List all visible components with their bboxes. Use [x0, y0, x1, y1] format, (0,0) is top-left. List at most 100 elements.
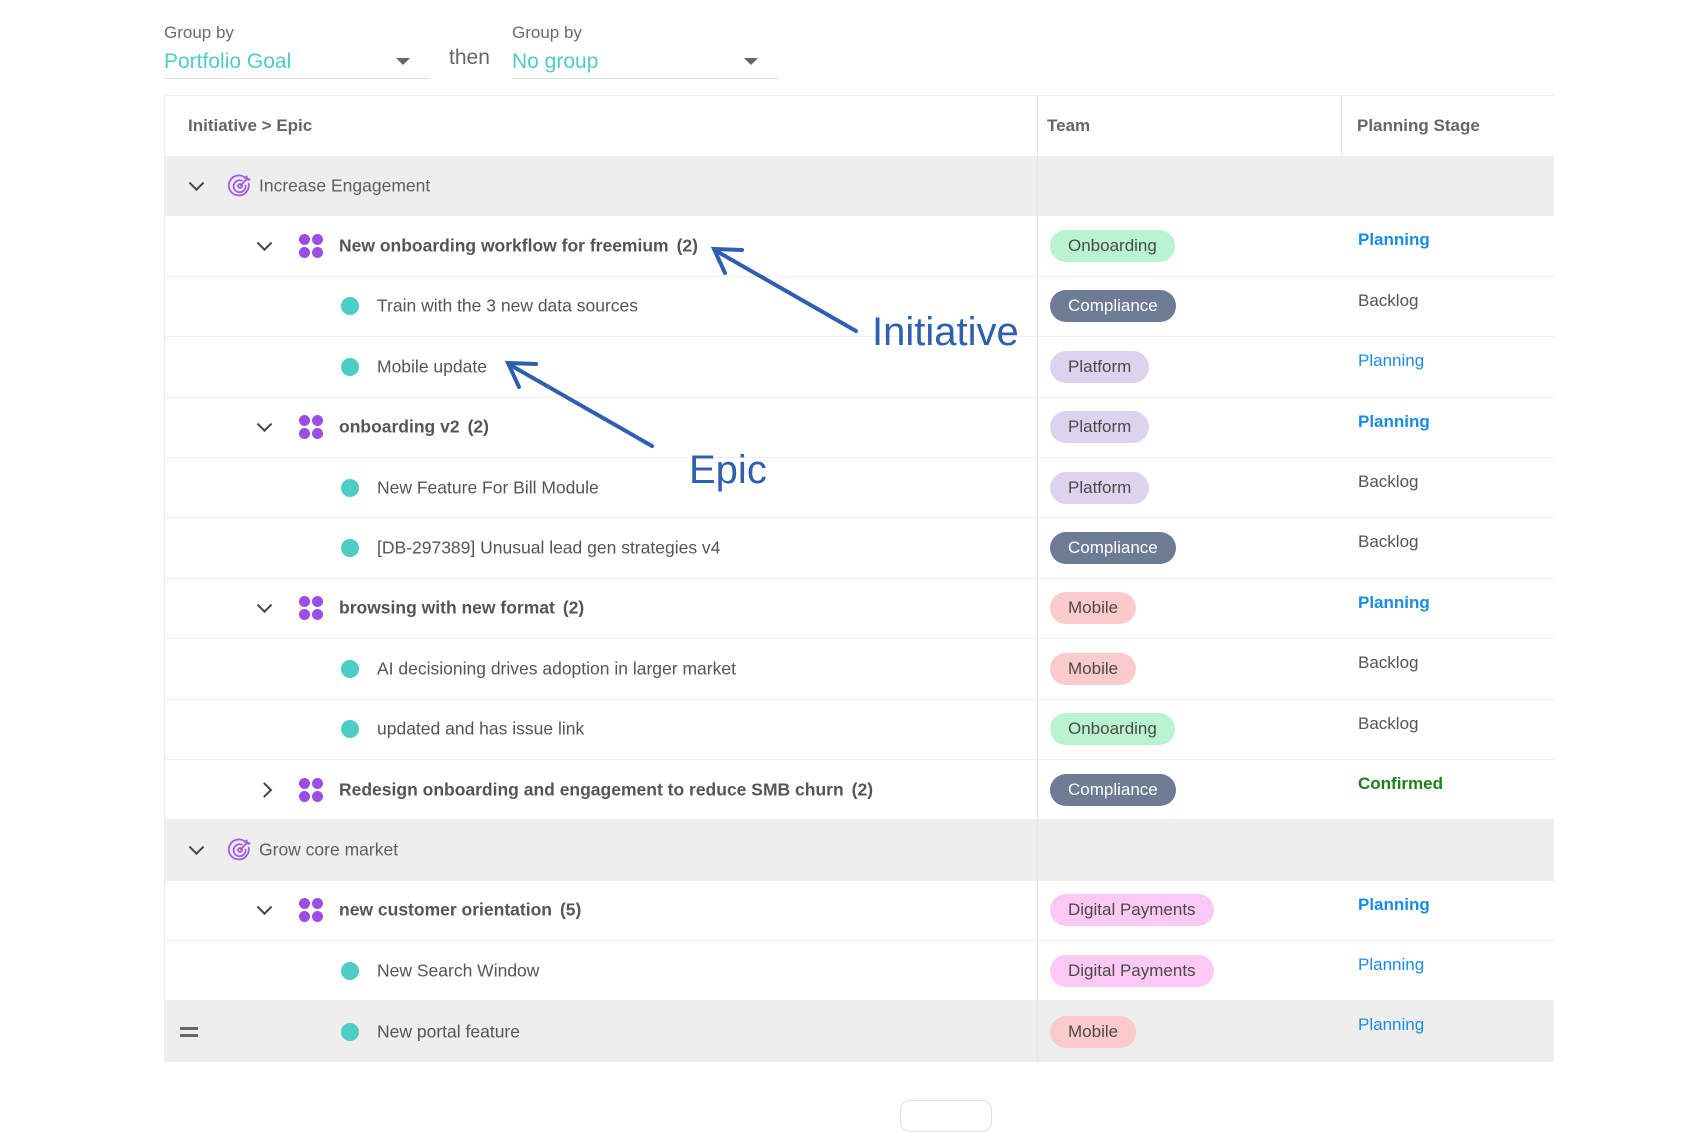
initiative-label[interactable]: browsing with new format (2) [339, 598, 584, 619]
name-cell: new customer orientation (5) [165, 881, 1037, 940]
epic-dot-icon [341, 478, 359, 497]
initiative-row[interactable]: Redesign onboarding and engagement to re… [165, 759, 1554, 821]
initiative-label[interactable]: onboarding v2 (2) [339, 417, 489, 438]
team-badge[interactable]: Mobile [1050, 592, 1137, 625]
initiative-grid-icon [299, 596, 323, 621]
chevron-down-icon[interactable] [256, 899, 273, 916]
column-divider[interactable] [1037, 96, 1038, 156]
epic-label[interactable]: New portal feature [377, 1021, 520, 1042]
goal-label[interactable]: Increase Engagement [259, 176, 430, 197]
epic-label[interactable]: AI decisioning drives adoption in larger… [377, 658, 736, 679]
planning-stage-value[interactable]: Planning [1358, 593, 1430, 613]
planning-stage-value[interactable]: Backlog [1358, 472, 1418, 492]
chevron-down-icon[interactable] [256, 597, 273, 614]
cell-divider [1037, 337, 1038, 397]
team-cell: Digital Payments [1050, 941, 1214, 1000]
initiative-row[interactable]: onboarding v2 (2) Platform Planning [165, 397, 1554, 458]
team-badge[interactable]: Platform [1050, 411, 1150, 444]
child-count: (2) [676, 235, 698, 256]
child-count: (2) [851, 779, 874, 800]
planning-stage-value[interactable]: Planning [1358, 412, 1430, 432]
chevron-down-icon[interactable] [188, 175, 205, 192]
epic-label[interactable]: New Feature For Bill Module [377, 477, 599, 498]
cell-divider [1037, 457, 1038, 518]
team-badge[interactable]: Platform [1050, 350, 1150, 383]
team-badge[interactable]: Onboarding [1050, 230, 1175, 263]
target-icon [227, 174, 251, 197]
team-badge[interactable]: Mobile [1050, 652, 1137, 685]
team-badge[interactable]: Compliance [1050, 773, 1176, 806]
epic-row[interactable]: [DB-297389] Unusual lead gen strategies … [165, 518, 1554, 579]
column-header-team[interactable]: Team [1047, 116, 1090, 136]
initiative-row[interactable]: New onboarding workflow for freemium (2) O… [165, 216, 1554, 277]
epic-label[interactable]: New Search Window [377, 960, 539, 981]
group-by-secondary: Group by No group [512, 22, 778, 79]
epic-label[interactable]: updated and has issue link [377, 719, 584, 740]
chevron-down-icon[interactable] [256, 416, 273, 433]
group-by-secondary-select[interactable]: No group [512, 48, 778, 79]
planning-stage-value[interactable]: Planning [1358, 895, 1430, 915]
group-by-secondary-label: Group by [512, 23, 582, 42]
epic-row[interactable]: AI decisioning drives adoption in larger… [165, 639, 1554, 700]
planning-stage-value[interactable]: Confirmed [1358, 774, 1443, 794]
epic-label[interactable]: [DB-297389] Unusual lead gen strategies … [377, 538, 720, 559]
planning-stage-value[interactable]: Planning [1358, 351, 1424, 371]
epic-row[interactable]: New Feature For Bill Module Platform Backl… [165, 457, 1554, 519]
initiative-annotation: Initiative [872, 310, 1019, 354]
planning-stage-value[interactable]: Backlog [1358, 714, 1418, 734]
planning-stage-value[interactable]: Planning [1358, 955, 1424, 975]
initiative-title: Redesign onboarding and engagement to re… [339, 779, 844, 800]
epic-row[interactable]: Mobile update Platform Planning [165, 337, 1554, 398]
cell-divider [1037, 397, 1038, 457]
planning-stage-value[interactable]: Backlog [1358, 291, 1418, 311]
initiative-label[interactable]: Redesign onboarding and engagement to re… [339, 779, 873, 800]
initiative-row[interactable]: browsing with new format (2) Mobile Plannin… [165, 578, 1554, 640]
team-badge[interactable]: Digital Payments [1050, 894, 1214, 927]
team-badge[interactable]: Digital Payments [1050, 954, 1214, 987]
table-header: Initiative > Epic Team Planning Stage [165, 96, 1554, 156]
chevron-down-icon[interactable] [188, 839, 205, 856]
name-cell: New Search Window [165, 941, 1037, 1000]
name-cell: New Feature For Bill Module [165, 458, 1037, 517]
load-more-button[interactable] [900, 1100, 992, 1132]
epic-row[interactable]: updated and has issue link Onboarding Back… [165, 699, 1554, 760]
cell-divider [1037, 880, 1038, 941]
team-badge[interactable]: Compliance [1050, 532, 1176, 565]
goal-label[interactable]: Grow core market [259, 840, 398, 861]
name-cell: [DB-297389] Unusual lead gen strategies … [165, 518, 1037, 577]
chevron-right-icon[interactable] [256, 781, 273, 798]
epic-label[interactable]: Mobile update [377, 356, 487, 377]
group-by-primary: Group by Portfolio Goal [164, 22, 430, 79]
team-badge[interactable]: Platform [1050, 471, 1150, 504]
chevron-down-icon[interactable] [256, 235, 273, 252]
team-cell: Compliance [1050, 277, 1176, 336]
epic-row[interactable]: New Search Window Digital Payments Plannin… [165, 941, 1554, 1002]
column-divider[interactable] [1341, 96, 1342, 156]
goal-row[interactable]: Increase Engagement [165, 156, 1554, 217]
epic-dot-icon [341, 297, 359, 316]
epic-label[interactable]: Train with the 3 new data sources [377, 296, 638, 317]
team-badge[interactable]: Compliance [1050, 290, 1176, 323]
goal-row[interactable]: Grow core market [165, 820, 1554, 881]
team-badge[interactable]: Onboarding [1050, 713, 1175, 746]
epic-row[interactable]: New portal feature Mobile Planning [165, 1001, 1554, 1062]
child-count: (2) [467, 416, 489, 437]
initiative-label[interactable]: new customer orientation (5) [339, 900, 581, 921]
planning-stage-value[interactable]: Planning [1358, 1015, 1424, 1035]
initiative-row[interactable]: new customer orientation (5) Digital Payme… [165, 880, 1554, 942]
planning-stage-value[interactable]: Planning [1358, 230, 1430, 250]
roadmap-table: Initiative > Epic Team Planning Stage In… [164, 95, 1554, 1062]
column-header-initiative-epic[interactable]: Initiative > Epic [188, 116, 312, 136]
drag-handle-icon[interactable] [180, 1026, 198, 1037]
column-header-planning-stage[interactable]: Planning Stage [1357, 116, 1480, 136]
planning-stage-value[interactable]: Backlog [1358, 532, 1418, 552]
epic-row[interactable]: Train with the 3 new data sources Complia… [165, 276, 1554, 338]
planning-stage-value[interactable]: Backlog [1358, 653, 1418, 673]
initiative-label[interactable]: New onboarding workflow for freemium (2) [339, 236, 698, 257]
initiative-title: New onboarding workflow for freemium [339, 235, 669, 256]
name-cell: Increase Engagement [165, 156, 1037, 216]
team-badge[interactable]: Mobile [1050, 1015, 1137, 1048]
group-by-primary-select[interactable]: Portfolio Goal [164, 48, 430, 79]
name-cell: browsing with new format (2) [165, 579, 1037, 638]
epic-annotation: Epic [689, 448, 767, 492]
